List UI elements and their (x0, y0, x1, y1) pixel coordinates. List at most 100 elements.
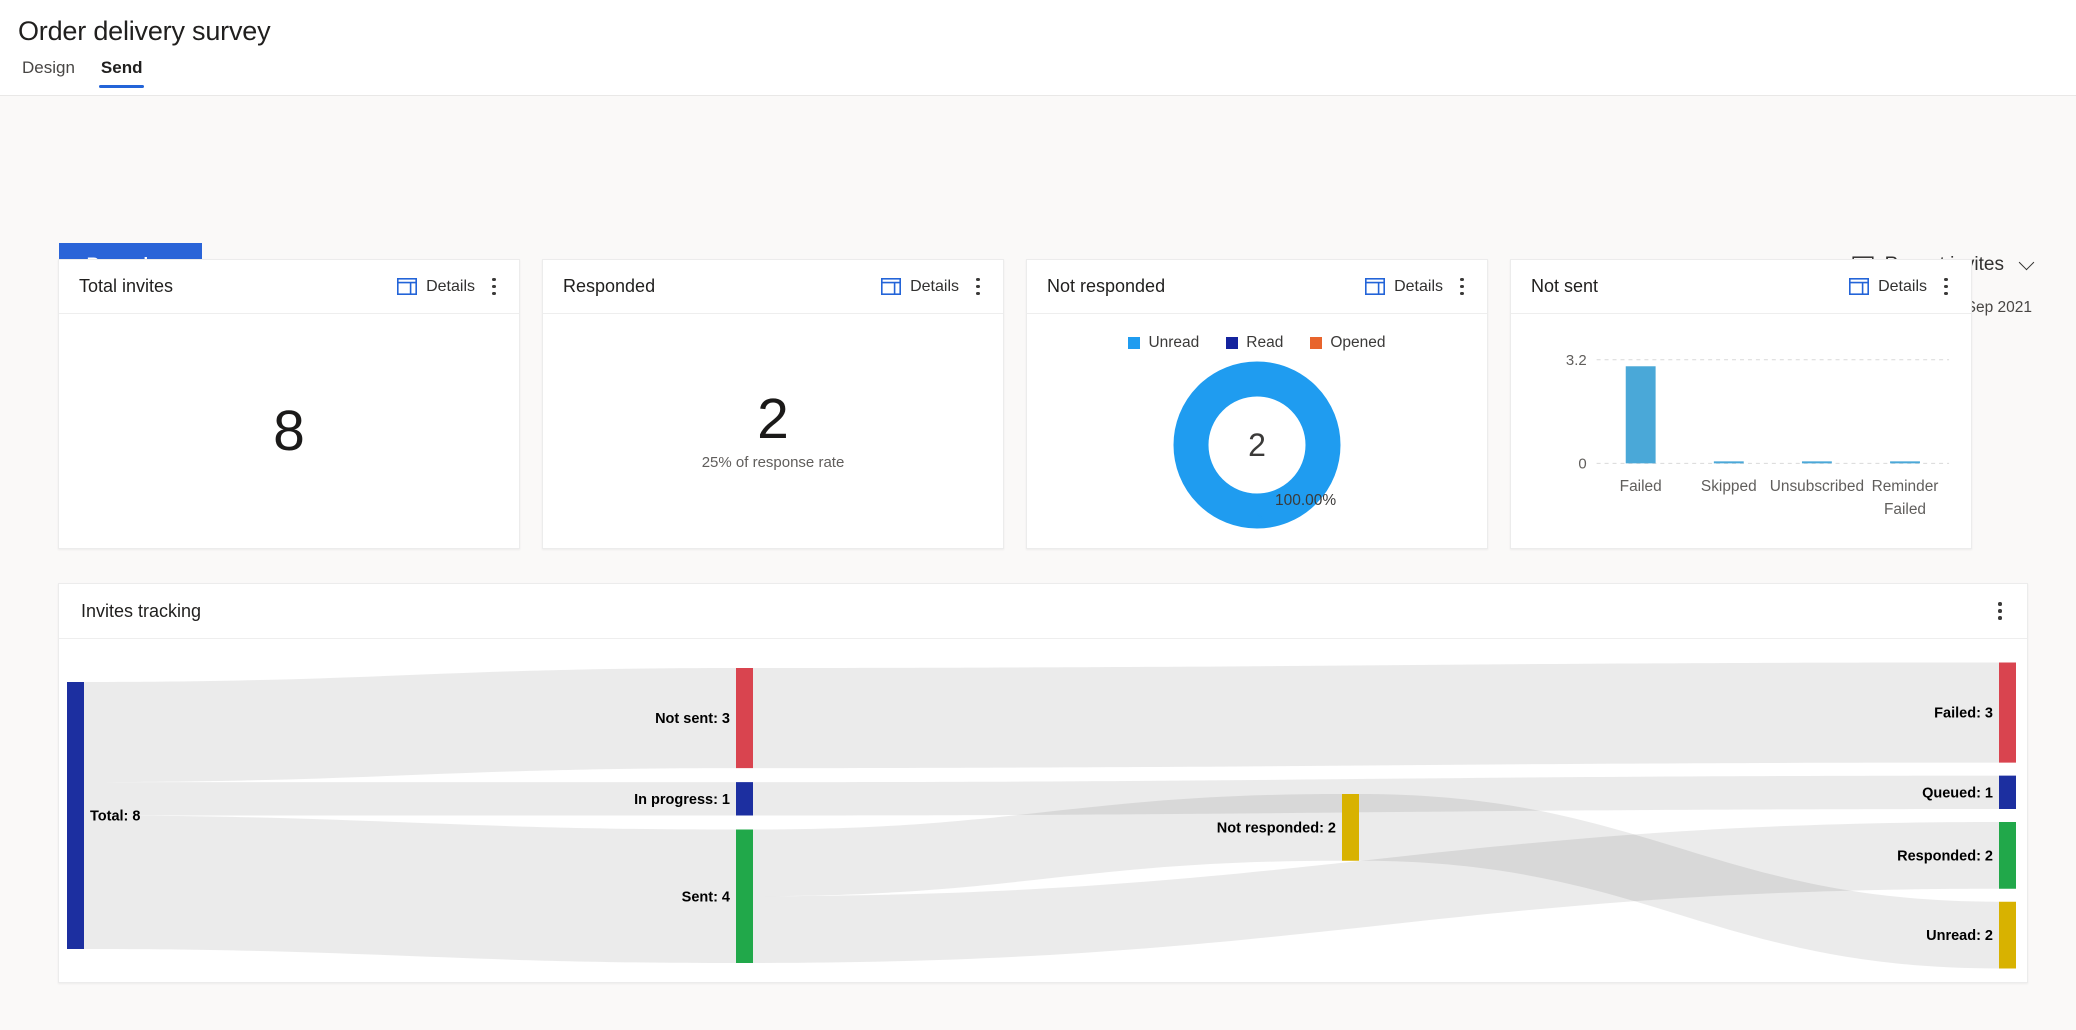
not-sent-bar-chart: 3.20FailedSkippedUnsubscribedReminderFai… (1511, 314, 1971, 549)
panel-header: Invites tracking (59, 584, 2027, 639)
card-title: Responded (563, 276, 881, 297)
sankey-node-label: Sent: 4 (682, 889, 730, 905)
sankey-node-label: Responded: 2 (1897, 848, 1993, 864)
donut-legend: Unread Read Opened (1027, 334, 1487, 352)
sankey-node-label: Not responded: 2 (1217, 820, 1336, 836)
sankey-node[interactable] (1999, 663, 2016, 763)
invites-tracking-panel: Invites tracking Total: 8 Not sent: 3 In p… (58, 583, 2028, 983)
card-title: Not sent (1531, 276, 1849, 297)
bar[interactable] (1626, 366, 1656, 463)
sankey-link[interactable] (84, 816, 736, 964)
card-header: Responded Details (543, 260, 1003, 314)
details-button[interactable]: Details (397, 278, 475, 296)
card-title: Not responded (1047, 276, 1365, 297)
sankey-node-label: Queued: 1 (1922, 785, 1993, 801)
dot (1998, 602, 2002, 606)
dot (1944, 292, 1948, 296)
details-button[interactable]: Details (1365, 278, 1443, 296)
card-responded: Responded Details 2 25% of response rate (542, 259, 1004, 549)
panel-more-options-button[interactable] (1987, 596, 2013, 626)
y-axis-tick-label: 3.2 (1566, 352, 1587, 369)
sankey-link[interactable] (753, 663, 1999, 769)
panel-icon (1365, 278, 1385, 295)
donut-percent-label: 100.00% (1275, 492, 1336, 510)
dot (1944, 278, 1948, 282)
sankey-node-label: In progress: 1 (634, 792, 730, 808)
legend-item-unread[interactable]: Unread (1128, 334, 1199, 352)
sankey-node[interactable] (736, 830, 753, 964)
details-label: Details (1394, 278, 1443, 296)
dot (976, 285, 980, 289)
legend-swatch (1310, 337, 1322, 349)
details-button[interactable]: Details (881, 278, 959, 296)
dot (1460, 285, 1464, 289)
x-axis-tick-label: Unsubscribed (1770, 478, 1864, 495)
y-axis-tick-label: 0 (1578, 455, 1586, 472)
dot (1460, 278, 1464, 282)
sankey-node[interactable] (1342, 794, 1359, 861)
details-button[interactable]: Details (1849, 278, 1927, 296)
card-more-options-button[interactable] (1449, 272, 1475, 302)
sankey-node[interactable] (67, 682, 84, 949)
card-more-options-button[interactable] (965, 272, 991, 302)
legend-item-opened[interactable]: Opened (1310, 334, 1385, 352)
chevron-down-icon (2019, 254, 2035, 270)
dot (976, 292, 980, 296)
sankey-node-label: Total: 8 (90, 809, 140, 825)
total-invites-value: 8 (273, 403, 305, 460)
card-more-options-button[interactable] (481, 272, 507, 302)
card-body: 3.20FailedSkippedUnsubscribedReminderFai… (1511, 314, 1971, 548)
sankey-diagram: Total: 8 Not sent: 3 In progress: 1 Sent: 4… (59, 639, 2027, 982)
card-header: Total invites Details (59, 260, 519, 314)
bar[interactable] (1714, 461, 1744, 463)
tab-design[interactable]: Design (20, 56, 77, 88)
sankey-node[interactable] (1999, 822, 2016, 889)
card-body: 2 25% of response rate (543, 314, 1003, 548)
panel-icon (397, 278, 417, 295)
sankey-body: Total: 8 Not sent: 3 In progress: 1 Sent: 4… (59, 639, 2027, 982)
response-rate-label: 25% of response rate (702, 454, 845, 471)
dot (492, 292, 496, 296)
donut-center-value: 2 (1248, 427, 1266, 463)
tab-bar: Design Send (18, 56, 2076, 88)
sankey-node[interactable] (1999, 776, 2016, 809)
sankey-node-label: Not sent: 3 (655, 711, 730, 727)
sankey-node[interactable] (736, 782, 753, 815)
metric-cards: Total invites Details 8 Responded (58, 259, 1972, 549)
bar[interactable] (1890, 461, 1920, 463)
card-not-sent: Not sent Details 3.20FailedSkippedUnsubs… (1510, 259, 1972, 549)
sankey-node-label: Failed: 3 (1934, 706, 1993, 722)
sankey-node[interactable] (1999, 902, 2016, 969)
sankey-node[interactable] (736, 668, 753, 768)
legend-label: Unread (1148, 334, 1199, 352)
sankey-node-label: Unread: 2 (1926, 928, 1993, 944)
panel-title: Invites tracking (81, 601, 1987, 622)
card-header: Not sent Details (1511, 260, 1971, 314)
tab-send[interactable]: Send (99, 56, 145, 88)
panel-icon (881, 278, 901, 295)
legend-label: Opened (1330, 334, 1385, 352)
card-not-responded: Not responded Details Unread (1026, 259, 1488, 549)
legend-swatch (1128, 337, 1140, 349)
card-body: 8 (59, 314, 519, 548)
panel-icon (1849, 278, 1869, 295)
legend-label: Read (1246, 334, 1283, 352)
card-more-options-button[interactable] (1933, 272, 1959, 302)
dot (1460, 292, 1464, 296)
bar[interactable] (1802, 461, 1832, 463)
card-title: Total invites (79, 276, 397, 297)
dot (1944, 285, 1948, 289)
toolbar: Resend Recent invites Invites sent since… (0, 96, 2076, 192)
legend-item-read[interactable]: Read (1226, 334, 1283, 352)
page-header: Order delivery survey Design Send (0, 0, 2076, 96)
details-label: Details (1878, 278, 1927, 296)
sankey-link[interactable] (84, 668, 736, 782)
details-label: Details (910, 278, 959, 296)
dot (1998, 609, 2002, 613)
dot (492, 285, 496, 289)
x-axis-tick-label: Failed (1620, 478, 1662, 495)
card-header: Not responded Details (1027, 260, 1487, 314)
dot (492, 278, 496, 282)
page-title: Order delivery survey (18, 14, 2076, 48)
x-axis-tick-label: Reminder (1872, 478, 1939, 495)
